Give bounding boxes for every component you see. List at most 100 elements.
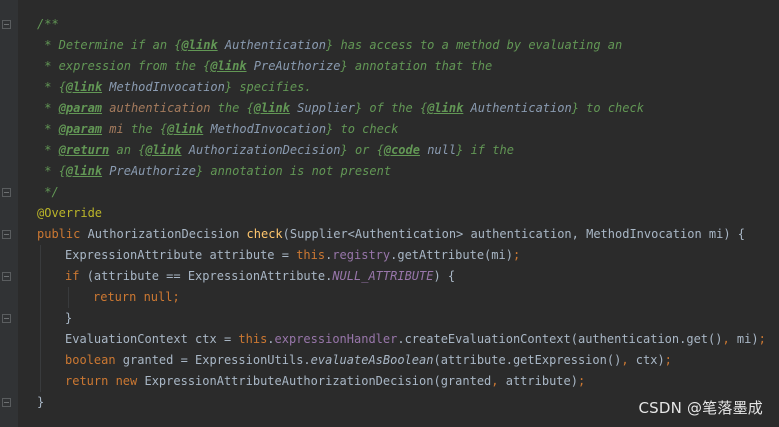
code-token: * expression from the — [37, 59, 204, 73]
code-line[interactable]: */ — [37, 182, 58, 203]
code-token: .getAttribute(mi) — [390, 248, 513, 262]
code-token: boolean — [65, 353, 123, 367]
code-line[interactable]: /** — [37, 14, 59, 35]
fold-toggle-icon[interactable] — [2, 188, 11, 197]
code-token: @link — [65, 164, 103, 178]
code-token: this — [238, 332, 268, 346]
code-token: registry — [332, 248, 391, 262]
code-token: * — [37, 101, 59, 115]
code-token: @param — [58, 101, 103, 115]
fold-toggle-icon[interactable] — [2, 20, 11, 29]
code-token: or — [347, 143, 377, 157]
code-token: ; — [172, 290, 180, 304]
code-token: { — [58, 80, 66, 94]
code-token: authentication — [102, 101, 211, 115]
code-token: { — [159, 122, 168, 136]
code-token: } — [37, 395, 45, 409]
code-token: * — [37, 143, 59, 157]
code-token: PreAuthorize — [246, 59, 341, 73]
code-token: , — [621, 353, 636, 367]
code-token: expressionHandler — [274, 332, 398, 346]
code-token: @link — [427, 101, 464, 115]
code-line[interactable]: } — [65, 308, 72, 329]
code-token: an — [109, 143, 139, 157]
code-token: ; — [758, 332, 766, 346]
code-token: ; — [512, 248, 521, 262]
fold-toggle-icon[interactable] — [2, 398, 11, 407]
code-token: return new — [65, 374, 145, 388]
code-token: annotation that the — [347, 59, 493, 73]
code-token: } — [340, 143, 348, 157]
code-token: .createEvaluationContext(authentication.… — [397, 332, 723, 346]
code-line[interactable]: * @param authentication the {@link Suppl… — [37, 98, 644, 119]
code-token: , — [722, 332, 737, 346]
code-line[interactable]: * {@link PreAuthorize} annotation is not… — [37, 161, 391, 182]
code-token: if the — [463, 143, 514, 157]
code-token: annotation is not present — [203, 164, 392, 178]
code-token: @link — [145, 143, 182, 157]
code-token: public — [37, 227, 88, 241]
code-token: * — [37, 80, 59, 94]
code-token: (attribute.getExpression() — [433, 353, 622, 367]
code-line[interactable]: @Override — [37, 203, 102, 224]
code-token: check — [246, 227, 283, 241]
code-token: @link — [167, 122, 204, 136]
code-line[interactable]: * expression from the {@link PreAuthoriz… — [37, 56, 492, 77]
fold-toggle-icon[interactable] — [2, 314, 11, 323]
fold-toggle-icon[interactable] — [2, 230, 11, 239]
code-line[interactable]: boolean granted = ExpressionUtils.evalua… — [65, 350, 672, 371]
code-token: , — [491, 374, 506, 388]
code-line[interactable]: public AuthorizationDecision check(Suppl… — [37, 224, 745, 245]
code-line[interactable]: EvaluationContext ctx = this.expressionH… — [65, 329, 766, 350]
code-token: @link — [181, 38, 218, 52]
code-token: Authentication — [217, 38, 327, 52]
code-token: granted = ExpressionUtils. — [122, 353, 311, 367]
code-token: /** — [37, 17, 59, 31]
code-token: { — [246, 101, 254, 115]
code-token: (Supplier<Authentication> authentication… — [282, 227, 746, 241]
code-token: to check — [333, 122, 399, 136]
code-token: @link — [253, 101, 290, 115]
code-token: if — [65, 269, 87, 283]
code-line[interactable]: return new ExpressionAttributeAuthorizat… — [65, 371, 585, 392]
code-token: { — [58, 164, 66, 178]
code-line[interactable]: * @return an {@link AuthorizationDecisio… — [37, 140, 514, 161]
code-token: (attribute == ExpressionAttribute. — [86, 269, 333, 283]
indent-guide — [68, 287, 69, 308]
code-token: mi — [102, 122, 124, 136]
code-token: attribute) — [505, 374, 578, 388]
code-token: AuthorizationDecision — [181, 143, 341, 157]
code-token: to check — [578, 101, 644, 115]
code-token: . — [267, 332, 275, 346]
code-token: the — [123, 122, 160, 136]
code-token: @link — [210, 59, 247, 73]
code-line[interactable]: ExpressionAttribute attribute = this.reg… — [65, 245, 520, 266]
code-token: ExpressionAttributeAuthorizationDecision… — [144, 374, 492, 388]
code-token: MethodInvocation — [203, 122, 327, 136]
code-token: has access to a method by evaluating an — [333, 38, 623, 52]
code-token: this — [296, 248, 326, 262]
code-token: { — [174, 38, 182, 52]
code-token: * Determine if an — [37, 38, 175, 52]
code-token: } — [65, 311, 73, 325]
code-line[interactable]: return null; — [93, 287, 180, 308]
code-token: ) { — [433, 269, 456, 283]
code-token: @code — [383, 143, 420, 157]
code-line[interactable]: * {@link MethodInvocation} specifies. — [37, 77, 311, 98]
code-line[interactable]: } — [37, 392, 44, 413]
code-token: null — [419, 143, 457, 157]
code-token: } — [571, 101, 579, 115]
code-token: ctx) — [635, 353, 665, 367]
code-token: * — [37, 164, 59, 178]
code-line[interactable]: * Determine if an {@link Authentication}… — [37, 35, 622, 56]
fold-toggle-icon[interactable] — [2, 272, 11, 281]
code-token: ExpressionAttribute attribute = — [65, 248, 297, 262]
indent-guide — [40, 245, 41, 392]
code-line[interactable]: if (attribute == ExpressionAttribute.NUL… — [65, 266, 455, 287]
code-token: @return — [58, 143, 110, 157]
code-token: AuthorizationDecision — [87, 227, 247, 241]
code-token: EvaluationContext ctx = — [65, 332, 239, 346]
code-token: PreAuthorize — [102, 164, 196, 178]
code-line[interactable]: * @param mi the {@link MethodInvocation}… — [37, 119, 398, 140]
code-token: evaluateAsBoolean — [310, 353, 434, 367]
